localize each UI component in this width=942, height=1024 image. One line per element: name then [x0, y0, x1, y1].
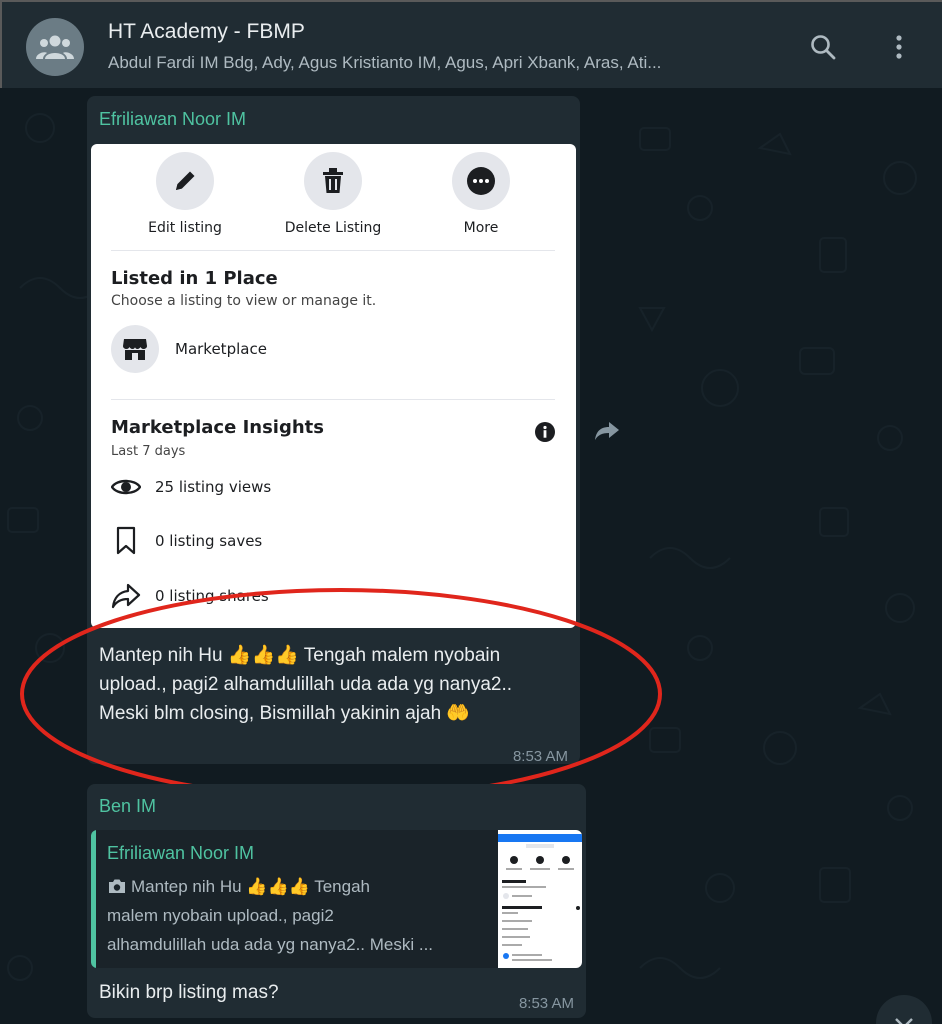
chat-title[interactable]: HT Academy - FBMP — [108, 20, 305, 44]
sender-name[interactable]: Efriliawan Noor IM — [99, 109, 246, 130]
chat-header[interactable]: HT Academy - FBMP Abdul Fardi IM Bdg, Ad… — [0, 0, 942, 88]
trash-icon — [323, 168, 343, 193]
more-action: More — [411, 152, 551, 236]
eye-icon — [111, 479, 141, 495]
quote-line-text: Mantep nih Hu 👍👍👍 Tengah — [131, 877, 370, 896]
quoted-message[interactable]: Efriliawan Noor IM Mantep nih Hu 👍👍👍 Ten… — [91, 830, 582, 968]
group-avatar[interactable] — [26, 18, 84, 76]
insights-period: Last 7 days — [111, 444, 186, 459]
shop-icon — [123, 339, 147, 360]
search-button[interactable] — [808, 32, 838, 62]
chevron-down-icon — [895, 1018, 913, 1024]
info-icon — [534, 421, 556, 447]
stat-text: 0 listing saves — [155, 532, 263, 550]
quote-line: Mantep nih Hu 👍👍👍 Tengah — [107, 872, 483, 901]
divider — [111, 399, 555, 400]
quote-text: Mantep nih Hu 👍👍👍 Tengah malem nyobain u… — [107, 872, 483, 959]
message-text[interactable]: Mantep nih Hu 👍👍👍 Tengah malem nyobain u… — [99, 641, 574, 728]
quote-line: malem nyobain upload., pagi2 — [107, 906, 334, 925]
message-text-line: upload., pagi2 alhamdulillah uda ada yg … — [99, 674, 513, 695]
more-icon — [467, 167, 495, 195]
message-image[interactable]: Edit listing Delete Listing More Listed … — [91, 144, 576, 628]
marketplace-icon-circle — [111, 325, 159, 373]
listed-subtitle: Choose a listing to view or manage it. — [111, 293, 377, 309]
search-icon — [811, 35, 836, 60]
bookmark-icon — [116, 526, 136, 555]
listed-title: Listed in 1 Place — [111, 268, 278, 289]
stat-text: 25 listing views — [155, 478, 272, 496]
stat-text: 0 listing shares — [155, 587, 269, 605]
kebab-menu-icon — [896, 35, 902, 59]
message-text-line: Mantep nih Hu 👍👍👍 Tengah malem nyobain — [99, 645, 501, 666]
group-icon — [36, 35, 74, 59]
pencil-icon — [176, 171, 195, 190]
delete-listing-label: Delete Listing — [284, 220, 382, 236]
forward-icon — [595, 422, 619, 440]
marketplace-label: Marketplace — [175, 340, 267, 358]
participants-list[interactable]: Abdul Fardi IM Bdg, Ady, Agus Kristianto… — [108, 53, 768, 73]
message-text-line: Meski blm closing, Bismillah yakinin aja… — [99, 703, 471, 724]
message-timestamp: 8:53 AM — [512, 748, 568, 765]
forward-button[interactable] — [592, 416, 622, 446]
chat-area[interactable]: Efriliawan Noor IM Edit listing Delete L… — [0, 88, 942, 1024]
quote-line: alhamdulillah uda ada yg nanya2.. Meski … — [107, 935, 434, 954]
quote-accent-bar — [91, 830, 96, 968]
more-label: More — [463, 220, 499, 236]
insights-title: Marketplace Insights — [111, 417, 324, 438]
edit-listing-action: Edit listing — [115, 152, 255, 236]
quote-author: Efriliawan Noor IM — [107, 843, 255, 863]
message-text[interactable]: Bikin brp listing mas? — [99, 982, 279, 1004]
quote-thumbnail — [498, 830, 582, 968]
delete-listing-action: Delete Listing — [263, 152, 403, 236]
message-timestamp: 8:53 AM — [518, 995, 574, 1012]
edit-listing-label: Edit listing — [148, 220, 222, 236]
sender-name[interactable]: Ben IM — [99, 796, 156, 817]
message-bubble[interactable]: Ben IM Efriliawan Noor IM Mantep nih Hu … — [87, 784, 586, 1018]
message-bubble[interactable]: Efriliawan Noor IM Edit listing Delete L… — [87, 96, 580, 765]
share-icon — [111, 583, 141, 609]
camera-icon — [109, 879, 125, 893]
divider — [111, 250, 555, 251]
menu-button[interactable] — [884, 32, 914, 62]
